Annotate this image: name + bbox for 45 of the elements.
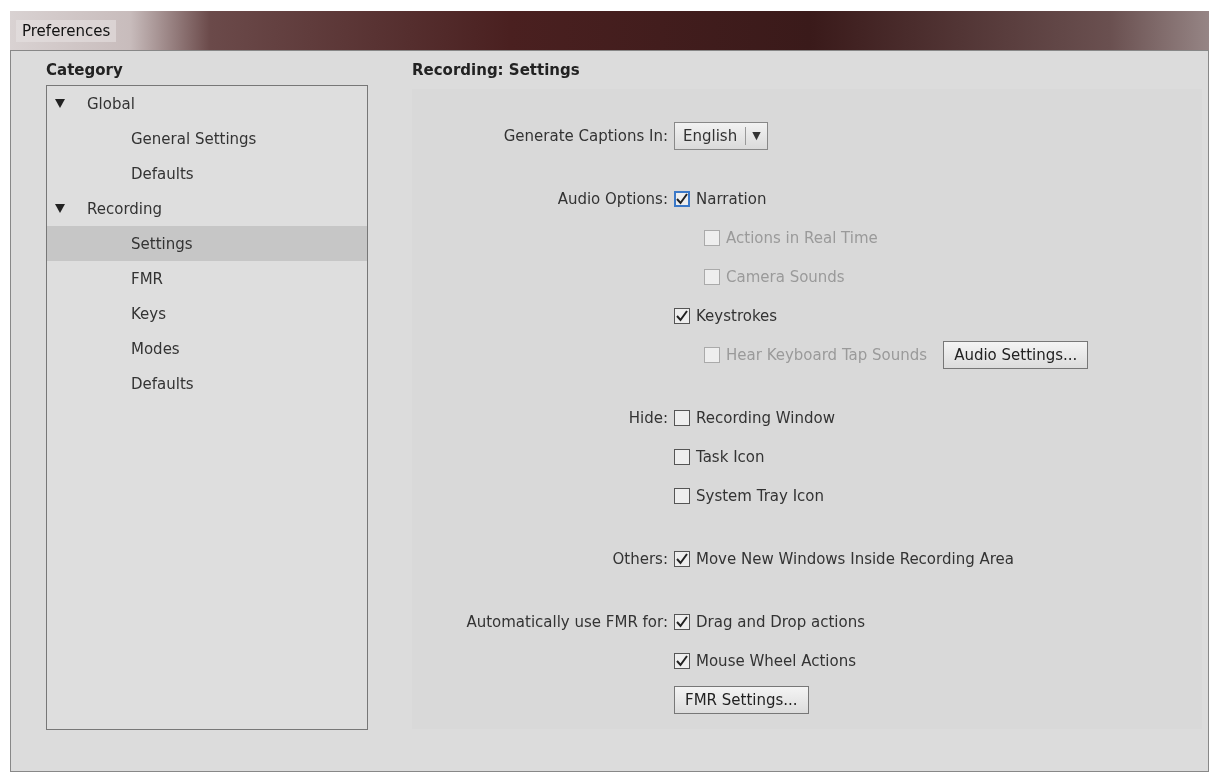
category-heading: Category [46, 61, 124, 79]
tree-item[interactable]: Keys [47, 296, 367, 331]
option-label: Recording Window [696, 408, 835, 427]
option-label: Drag and Drop actions [696, 612, 866, 631]
checkbox[interactable] [674, 307, 690, 324]
language-dropdown[interactable]: English ▼ [674, 121, 768, 150]
checkbox[interactable] [674, 190, 690, 207]
option-label: Move New Windows Inside Recording Area [696, 549, 1014, 568]
option-label: Hear Keyboard Tap Sounds [726, 345, 928, 364]
tree-item[interactable]: Defaults [47, 156, 367, 191]
checkbox[interactable] [674, 409, 690, 426]
captions-label: Generate Captions In: [502, 126, 669, 145]
checkbox[interactable] [674, 550, 690, 567]
option-label: System Tray Icon [696, 486, 825, 505]
tree-item[interactable]: Settings [47, 226, 367, 261]
option-label: Actions in Real Time [726, 228, 878, 247]
group-label: Others: [611, 549, 669, 568]
section-heading: Recording: Settings [412, 61, 581, 79]
group-label: Audio Options: [556, 189, 669, 208]
tree-item[interactable]: Modes [47, 331, 367, 366]
window-title: Preferences [16, 19, 117, 42]
checkbox[interactable] [674, 652, 690, 669]
checkmark-icon [676, 192, 688, 205]
checkbox[interactable] [674, 613, 690, 630]
checkmark-icon [676, 552, 688, 565]
checkmark-icon [676, 309, 688, 322]
tree-item[interactable]: Defaults [47, 366, 367, 401]
option-label: Camera Sounds [726, 267, 845, 286]
checkmark-icon [676, 615, 688, 628]
checkbox[interactable] [674, 487, 690, 504]
tree-item[interactable]: FMR [47, 261, 367, 296]
fmr-settings-button[interactable]: FMR Settings... [674, 685, 809, 714]
expand-triangle-icon[interactable] [55, 99, 65, 108]
tree-item[interactable]: General Settings [47, 121, 367, 156]
group-label: Hide: [627, 408, 669, 427]
checkbox[interactable] [674, 448, 690, 465]
expand-triangle-icon[interactable] [55, 204, 65, 213]
checkmark-icon [676, 654, 688, 667]
option-label: Task Icon [696, 447, 765, 466]
option-label: Narration [696, 189, 767, 208]
option-label: Mouse Wheel Actions [696, 651, 856, 670]
tree-item[interactable]: Recording [47, 191, 367, 226]
group-label: Automatically use FMR for: [465, 612, 669, 631]
option-label: Keystrokes [696, 306, 778, 325]
tree-item[interactable]: Global [47, 86, 367, 121]
